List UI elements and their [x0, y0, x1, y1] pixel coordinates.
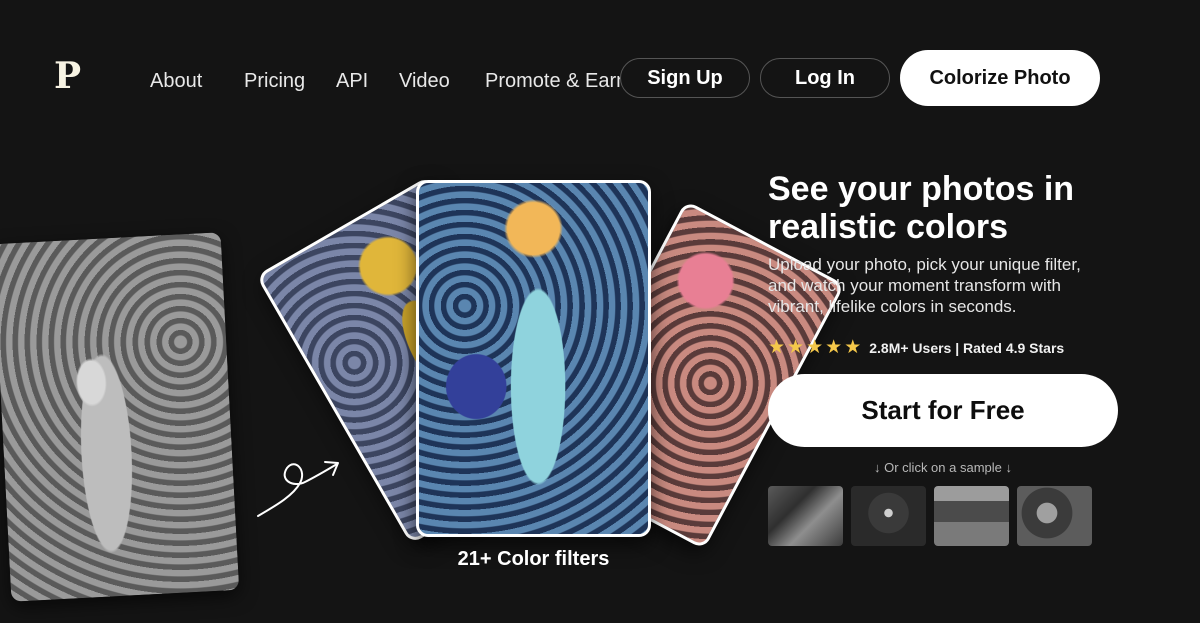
colorized-photo-blue: [416, 180, 651, 537]
sample-photo-2[interactable]: [851, 486, 926, 546]
sample-photo-1[interactable]: [768, 486, 843, 546]
nav-video[interactable]: Video: [399, 69, 450, 93]
original-bw-photo: [0, 232, 240, 602]
color-filters-label: 21+ Color filters: [457, 548, 610, 570]
nav-pricing[interactable]: Pricing: [244, 69, 305, 93]
log-in-button[interactable]: Log In: [760, 58, 890, 98]
squiggle-arrow-icon: [257, 461, 339, 517]
start-for-free-button[interactable]: Start for Free: [768, 374, 1118, 447]
sample-photos: [768, 486, 1092, 546]
star-icon: ★: [844, 337, 862, 358]
nav-promote-earn[interactable]: Promote & Earn: [485, 69, 620, 93]
hero-title: See your photos in realistic colors: [768, 170, 1075, 246]
sign-up-button[interactable]: Sign Up: [620, 58, 750, 98]
rating: ★ ★ ★ ★ ★ 2.8M+ Users | Rated 4.9 Stars: [768, 338, 1064, 358]
brand-logo[interactable]: P: [54, 58, 81, 94]
star-icon: ★: [768, 337, 786, 358]
sample-photo-3[interactable]: [934, 486, 1009, 546]
nav-about[interactable]: About: [150, 69, 202, 93]
rating-text: 2.8M+ Users | Rated 4.9 Stars: [869, 340, 1065, 356]
sample-photo-4[interactable]: [1017, 486, 1092, 546]
sample-hint: ↓ Or click on a sample ↓: [874, 460, 1012, 475]
star-icon: ★: [825, 337, 843, 358]
colorize-photo-button[interactable]: Colorize Photo: [900, 50, 1100, 106]
nav-api[interactable]: API: [336, 69, 368, 93]
hero-subtitle: Upload your photo, pick your unique filt…: [768, 255, 1081, 316]
landing-page: P About Pricing API Video Promote & Earn…: [0, 0, 1200, 623]
star-icon: ★: [787, 337, 805, 358]
star-icon: ★: [806, 337, 824, 358]
